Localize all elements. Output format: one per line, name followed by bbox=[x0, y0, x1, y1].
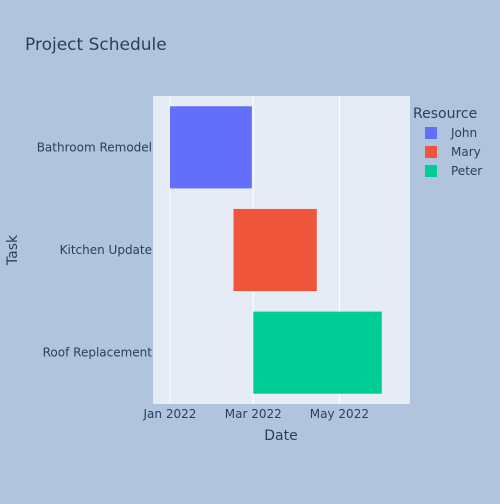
gantt-chart: Project Schedule Bathroom Remodel Kitchen… bbox=[0, 0, 500, 500]
legend-label-mary[interactable]: Mary bbox=[451, 145, 481, 159]
y-tick-label: Roof Replacement bbox=[43, 346, 153, 360]
legend-title: Resource bbox=[413, 106, 477, 122]
y-axis-title: Task bbox=[5, 234, 21, 266]
y-tick-label: Bathroom Remodel bbox=[37, 140, 152, 154]
x-tick-label: May 2022 bbox=[310, 407, 369, 421]
chart-title: Project Schedule bbox=[25, 35, 167, 55]
chart-svg: Project Schedule Bathroom Remodel Kitchen… bbox=[0, 0, 500, 500]
gantt-bar-mary[interactable] bbox=[233, 208, 317, 292]
legend-label-peter[interactable]: Peter bbox=[451, 164, 482, 178]
x-tick-label: Jan 2022 bbox=[143, 407, 197, 421]
x-axis-title: Date bbox=[264, 428, 297, 444]
gantt-bar-peter[interactable] bbox=[253, 311, 382, 394]
legend-swatch-john[interactable] bbox=[425, 127, 437, 139]
legend-swatch-mary[interactable] bbox=[425, 146, 437, 158]
y-tick-label: Kitchen Update bbox=[60, 243, 152, 257]
legend-label-john[interactable]: John bbox=[450, 126, 477, 140]
gantt-bar-john[interactable] bbox=[169, 106, 252, 189]
legend[interactable]: John Mary Peter bbox=[425, 126, 482, 178]
x-tick-label: Mar 2022 bbox=[225, 407, 282, 421]
legend-swatch-peter[interactable] bbox=[425, 165, 437, 177]
x-axis-labels: Jan 2022 Mar 2022 May 2022 bbox=[143, 407, 369, 421]
